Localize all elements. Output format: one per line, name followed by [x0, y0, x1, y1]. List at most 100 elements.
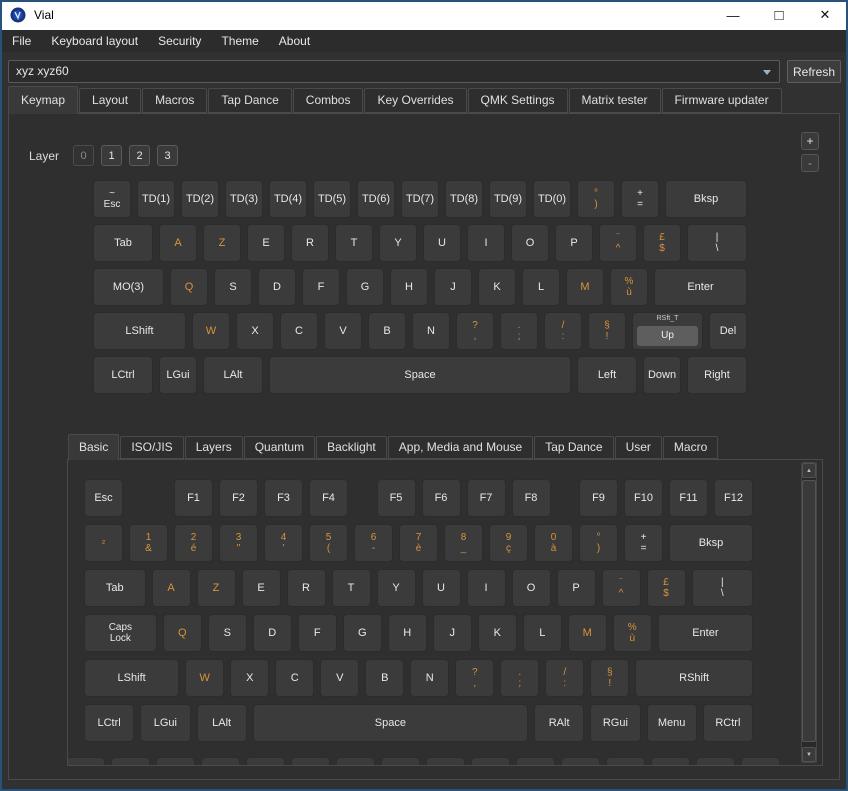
key-diaeresis-circumflex[interactable]: ¨^	[602, 569, 641, 607]
key-1-ampersand[interactable]: 1&	[129, 524, 168, 562]
menu-security[interactable]: Security	[148, 30, 211, 52]
tab-firmware-updater[interactable]: Firmware updater	[662, 88, 782, 113]
key-g[interactable]: G	[343, 614, 382, 652]
key-t[interactable]: T	[332, 569, 371, 607]
key-v[interactable]: V	[324, 312, 362, 350]
key-space[interactable]: Space	[253, 704, 528, 742]
key-lctrl[interactable]: LCtrl	[93, 356, 153, 394]
key-8-underscore[interactable]: 8_	[444, 524, 483, 562]
key-rgui[interactable]: RGui	[590, 704, 640, 742]
key-percent-ugrave[interactable]: %ù	[613, 614, 652, 652]
device-select[interactable]: xyz xyz60	[8, 60, 780, 83]
key-q[interactable]: Q	[163, 614, 202, 652]
key-lshift[interactable]: LShift	[84, 659, 179, 697]
key-y[interactable]: Y	[379, 224, 417, 262]
key-k[interactable]: K	[478, 614, 517, 652]
key-stub[interactable]	[336, 757, 375, 766]
key-f10[interactable]: F10	[624, 479, 663, 517]
maximize-button[interactable]: □	[756, 0, 802, 30]
menu-theme[interactable]: Theme	[211, 30, 268, 52]
key-stub[interactable]	[471, 757, 510, 766]
key-q[interactable]: Q	[170, 268, 208, 306]
key-f8[interactable]: F8	[512, 479, 551, 517]
picker-tab-backlight[interactable]: Backlight	[316, 436, 387, 459]
key-td-7[interactable]: TD(7)	[401, 180, 439, 218]
key-r[interactable]: R	[287, 569, 326, 607]
key-period-semicolon[interactable]: .;	[500, 312, 538, 350]
key-td-9[interactable]: TD(9)	[489, 180, 527, 218]
key-f4[interactable]: F4	[309, 479, 348, 517]
key-5-lparen[interactable]: 5(	[309, 524, 348, 562]
key-f11[interactable]: F11	[669, 479, 708, 517]
key-stub[interactable]	[651, 757, 690, 766]
key-f5[interactable]: F5	[377, 479, 416, 517]
key-stub[interactable]	[246, 757, 285, 766]
key-e[interactable]: E	[247, 224, 285, 262]
key-stub[interactable]	[696, 757, 735, 766]
key-question-comma[interactable]: ?,	[456, 312, 494, 350]
key-h[interactable]: H	[388, 614, 427, 652]
picker-tab-basic[interactable]: Basic	[68, 434, 119, 460]
key-r[interactable]: R	[291, 224, 329, 262]
key-right[interactable]: Right	[687, 356, 747, 394]
key-rctrl[interactable]: RCtrl	[703, 704, 753, 742]
key-plus-equals[interactable]: +=	[621, 180, 659, 218]
key-h[interactable]: H	[390, 268, 428, 306]
key-j[interactable]: J	[433, 614, 472, 652]
tab-combos[interactable]: Combos	[293, 88, 364, 113]
key-f3[interactable]: F3	[264, 479, 303, 517]
key-period-semicolon[interactable]: .;	[500, 659, 539, 697]
key-2-eacute[interactable]: 2é	[174, 524, 213, 562]
key-lgui[interactable]: LGui	[140, 704, 190, 742]
key-enter[interactable]: Enter	[654, 268, 747, 306]
key-section-exclam[interactable]: §!	[588, 312, 626, 350]
key-i[interactable]: I	[467, 569, 506, 607]
key-td-1[interactable]: TD(1)	[137, 180, 175, 218]
key-f9[interactable]: F9	[579, 479, 618, 517]
key-v[interactable]: V	[320, 659, 359, 697]
key-c[interactable]: C	[275, 659, 314, 697]
key-6-minus[interactable]: 6-	[354, 524, 393, 562]
key-pound-dollar[interactable]: £$	[643, 224, 681, 262]
key-bksp[interactable]: Bksp	[669, 524, 753, 562]
key-plus-equals[interactable]: +=	[624, 524, 663, 562]
scroll-down-button[interactable]: ▼	[802, 747, 816, 762]
key-stub[interactable]	[67, 757, 105, 766]
key-c[interactable]: C	[280, 312, 318, 350]
key-slash-colon[interactable]: /:	[544, 312, 582, 350]
key-i[interactable]: I	[467, 224, 505, 262]
key-d[interactable]: D	[253, 614, 292, 652]
key-f[interactable]: F	[302, 268, 340, 306]
key-9-ccedilla[interactable]: 9ç	[489, 524, 528, 562]
menu-keyboard-layout[interactable]: Keyboard layout	[41, 30, 148, 52]
key-stub[interactable]	[606, 757, 645, 766]
tab-macros[interactable]: Macros	[142, 88, 207, 113]
key-f1[interactable]: F1	[174, 479, 213, 517]
key-td-0[interactable]: TD(0)	[533, 180, 571, 218]
menu-about[interactable]: About	[269, 30, 320, 52]
key-f6[interactable]: F6	[422, 479, 461, 517]
key-stub[interactable]	[381, 757, 420, 766]
key-f[interactable]: F	[298, 614, 337, 652]
key-stub[interactable]	[111, 757, 150, 766]
key-pound-dollar[interactable]: £$	[647, 569, 686, 607]
key-stub[interactable]	[201, 757, 240, 766]
close-button[interactable]: ✕	[802, 0, 848, 30]
key-esc[interactable]: Esc	[84, 479, 123, 517]
key-stub[interactable]	[516, 757, 555, 766]
key-pipe-backslash[interactable]: |\	[692, 569, 754, 607]
key-f2[interactable]: F2	[219, 479, 258, 517]
picker-tab-tap-dance[interactable]: Tap Dance	[534, 436, 613, 459]
picker-tab-app-media-mouse[interactable]: App, Media and Mouse	[388, 436, 533, 459]
key-p[interactable]: P	[555, 224, 593, 262]
tab-tap-dance[interactable]: Tap Dance	[208, 88, 291, 113]
key-lalt[interactable]: LAlt	[203, 356, 263, 394]
key-b[interactable]: B	[365, 659, 404, 697]
key-mo-3[interactable]: MO(3)	[93, 268, 164, 306]
key-stub[interactable]	[156, 757, 195, 766]
key-lctrl[interactable]: LCtrl	[84, 704, 134, 742]
key-stub[interactable]	[741, 757, 780, 766]
key-s[interactable]: S	[208, 614, 247, 652]
key-slash-colon[interactable]: /:	[545, 659, 584, 697]
key-td-4[interactable]: TD(4)	[269, 180, 307, 218]
